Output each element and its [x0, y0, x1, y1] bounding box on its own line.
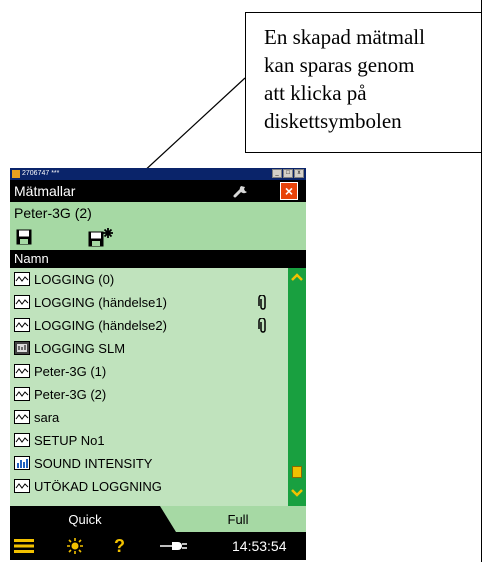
list-item-label: LOGGING (0) [34, 272, 115, 287]
power-plug-icon [160, 542, 187, 550]
paperclip-icon [258, 295, 266, 310]
header-title: Mätmallar [14, 183, 76, 199]
tab-full-label: Full [227, 512, 249, 527]
callout-text: En skapad mätmall kan sparas genom att k… [264, 25, 425, 133]
list-item-label: Peter-3G (2) [34, 387, 107, 402]
subtitle-label: Peter-3G (2) [14, 205, 92, 221]
list-item[interactable]: Peter-3G (1) [10, 360, 288, 383]
list-item[interactable]: SOUND INTENSITY [10, 452, 288, 475]
backlight-icon[interactable] [66, 537, 84, 555]
list-item[interactable]: LOGGING (händelse1) [10, 291, 288, 314]
waveform-icon [14, 272, 30, 286]
minimize-button[interactable]: _ [272, 169, 282, 178]
list-item[interactable]: LOGGING (händelse2) [10, 314, 288, 337]
waveform-icon [14, 295, 30, 309]
list-item-label: LOGGING (händelse2) [34, 318, 167, 333]
list-item[interactable]: LOGGING (0) [10, 268, 288, 291]
wrench-icon[interactable] [232, 183, 250, 199]
waveform-icon [14, 479, 30, 493]
menu-icon[interactable] [14, 539, 34, 553]
waveform-icon [14, 410, 30, 424]
slm-icon [14, 341, 30, 355]
window-close-button[interactable]: x [294, 169, 304, 178]
close-icon[interactable]: × [280, 182, 298, 200]
bottom-bar: ? 14:53:54 [10, 532, 306, 560]
list-item-label: Peter-3G (1) [34, 364, 107, 379]
list-item-label: SETUP No1 [34, 433, 105, 448]
maximize-button[interactable]: □ [283, 169, 293, 178]
floppy-disk-icon[interactable] [16, 229, 32, 245]
column-header-label: Namn [14, 251, 49, 266]
toolbar [10, 224, 306, 250]
scroll-up-arrow-icon[interactable] [291, 272, 303, 282]
list-item[interactable]: SETUP No1 [10, 429, 288, 452]
list-item[interactable]: UTÖKAD LOGGNING [10, 475, 288, 498]
list-item-label: SOUND INTENSITY [34, 456, 153, 471]
template-subtitle: Peter-3G (2) [10, 202, 306, 224]
scroll-down-arrow-icon[interactable] [291, 488, 303, 498]
clock: 14:53:54 [232, 538, 287, 554]
paperclip-icon [258, 318, 266, 333]
tab-quick[interactable]: Quick [10, 506, 160, 532]
waveform-icon [14, 433, 30, 447]
window-title: 2706747 *** [22, 170, 60, 177]
tab-quick-label: Quick [68, 512, 102, 527]
waveform-icon [14, 318, 30, 332]
waveform-icon [14, 387, 30, 401]
list-item[interactable]: Peter-3G (2) [10, 383, 288, 406]
list-item-label: LOGGING (händelse1) [34, 295, 167, 310]
window-titlebar: 2706747 *** _ □ x [10, 168, 306, 180]
list-item-label: LOGGING SLM [34, 341, 126, 356]
tab-bar: Quick Full [10, 506, 306, 532]
help-icon[interactable]: ? [114, 534, 125, 558]
window-buttons: _ □ x [272, 169, 304, 178]
column-header[interactable]: Namn [10, 250, 306, 268]
list-item-label: UTÖKAD LOGGNING [34, 479, 162, 494]
vertical-scrollbar[interactable] [288, 268, 306, 506]
list-item[interactable]: LOGGING SLM [10, 337, 288, 360]
template-list: LOGGING (0) LOGGING (händelse1) LOGGING … [10, 268, 288, 506]
save-as-floppy-icon[interactable] [88, 227, 114, 247]
callout-box: En skapad mätmall kan sparas genom att k… [245, 12, 482, 153]
tab-full[interactable]: Full [170, 506, 306, 532]
list-item[interactable]: sara [10, 406, 288, 429]
scrollbar-thumb[interactable] [292, 466, 302, 478]
intensity-icon [14, 456, 30, 470]
device-screen: 2706747 *** _ □ x Mätmallar × Peter-3G (… [10, 168, 306, 560]
app-icon [12, 170, 20, 178]
waveform-icon [14, 364, 30, 378]
app-header: Mätmallar × [10, 180, 306, 202]
list-item-label: sara [34, 410, 60, 425]
